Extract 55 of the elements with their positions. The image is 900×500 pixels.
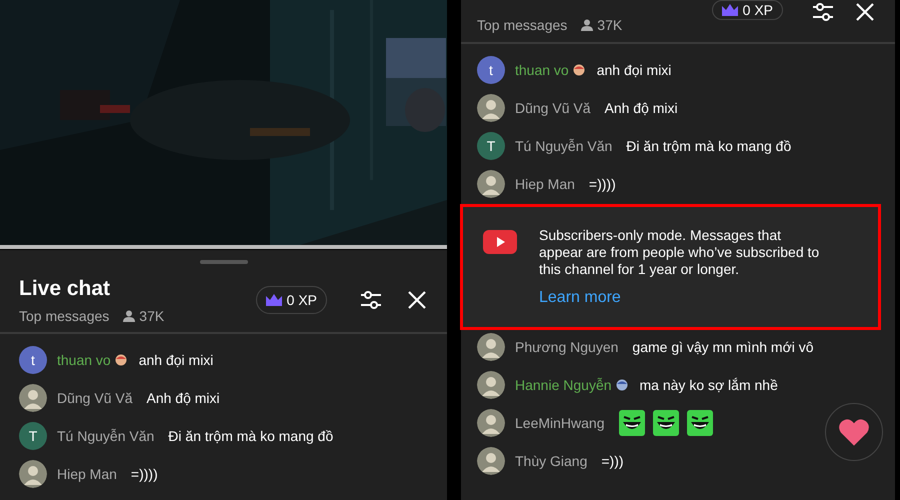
- author-name: Phương Nguyen: [515, 339, 618, 355]
- message-text: Anh độ mixi: [146, 390, 220, 406]
- avatar-icon: [477, 94, 505, 122]
- author-name: Thùy Giang: [515, 453, 588, 469]
- message-text: =))): [601, 453, 624, 469]
- message-text: Đi ăn trộm mà ko mang đồ: [168, 428, 334, 444]
- author-name: Hannie Nguyễn: [515, 377, 612, 393]
- laughing-emote-icon: [652, 410, 678, 436]
- author-name: LeeMinHwang: [515, 415, 604, 431]
- author-name: thuan vo: [515, 62, 569, 78]
- chat-mode-label[interactable]: Top messages: [19, 308, 110, 324]
- crown-icon: [722, 4, 738, 16]
- learn-more-link[interactable]: Learn more: [539, 289, 621, 307]
- message-text: Đi ăn trộm mà ko mang đồ: [626, 138, 792, 154]
- avatar-icon: [19, 384, 47, 412]
- message-text: game gì vậy mn mình mới vô: [632, 339, 814, 355]
- chat-title: Live chat: [19, 276, 112, 302]
- author-name: Dũng Vũ Vă: [57, 390, 132, 406]
- settings-icon[interactable]: [359, 288, 383, 312]
- play-icon: [483, 230, 517, 254]
- xp-button[interactable]: 0 XP: [712, 0, 783, 20]
- author-name: Tú Nguyễn Văn: [515, 138, 612, 154]
- message-text: Anh độ mixi: [604, 100, 678, 116]
- avatar: T: [477, 132, 505, 160]
- avatar: t: [477, 56, 505, 84]
- settings-icon[interactable]: [811, 0, 835, 24]
- notice-text: Subscribers-only mode. Messages that appear are from people who’ve subscribed to this channel for 1 year or longer.: [539, 227, 820, 278]
- viewer-count: 37K: [597, 17, 622, 33]
- avatar-icon: [477, 447, 505, 475]
- author-name: Hiep Man: [515, 176, 575, 192]
- message-text: anh đọi mixi: [138, 352, 214, 368]
- avatar-icon: [477, 333, 505, 361]
- avatar-icon: [19, 460, 47, 488]
- person-icon: [123, 310, 136, 322]
- author-name: Hiep Man: [57, 466, 117, 482]
- author-name: thuan vo: [57, 352, 111, 368]
- heart-icon: [838, 418, 870, 446]
- message-text: ma này ko sợ lắm nhề: [640, 377, 778, 393]
- message-text: anh đọi mixi: [596, 62, 672, 78]
- author-name: Dũng Vũ Vă: [515, 100, 590, 116]
- message-text: =)))): [588, 176, 616, 192]
- laughing-emote-icon: [686, 410, 712, 436]
- author-name: Tú Nguyễn Văn: [57, 428, 154, 444]
- xp-button[interactable]: 0 XP: [256, 286, 327, 314]
- avatar-icon: [477, 170, 505, 198]
- laughing-emote-icon: [618, 410, 644, 436]
- message-text: =)))): [130, 466, 158, 482]
- avatar: t: [19, 346, 47, 374]
- chat-mode-label[interactable]: Top messages: [477, 17, 568, 33]
- crown-icon: [266, 294, 282, 306]
- person-icon: [581, 19, 594, 31]
- avatar-icon: [477, 371, 505, 399]
- viewer-count: 37K: [139, 308, 164, 324]
- avatar-icon: [477, 409, 505, 437]
- avatar: T: [19, 422, 47, 450]
